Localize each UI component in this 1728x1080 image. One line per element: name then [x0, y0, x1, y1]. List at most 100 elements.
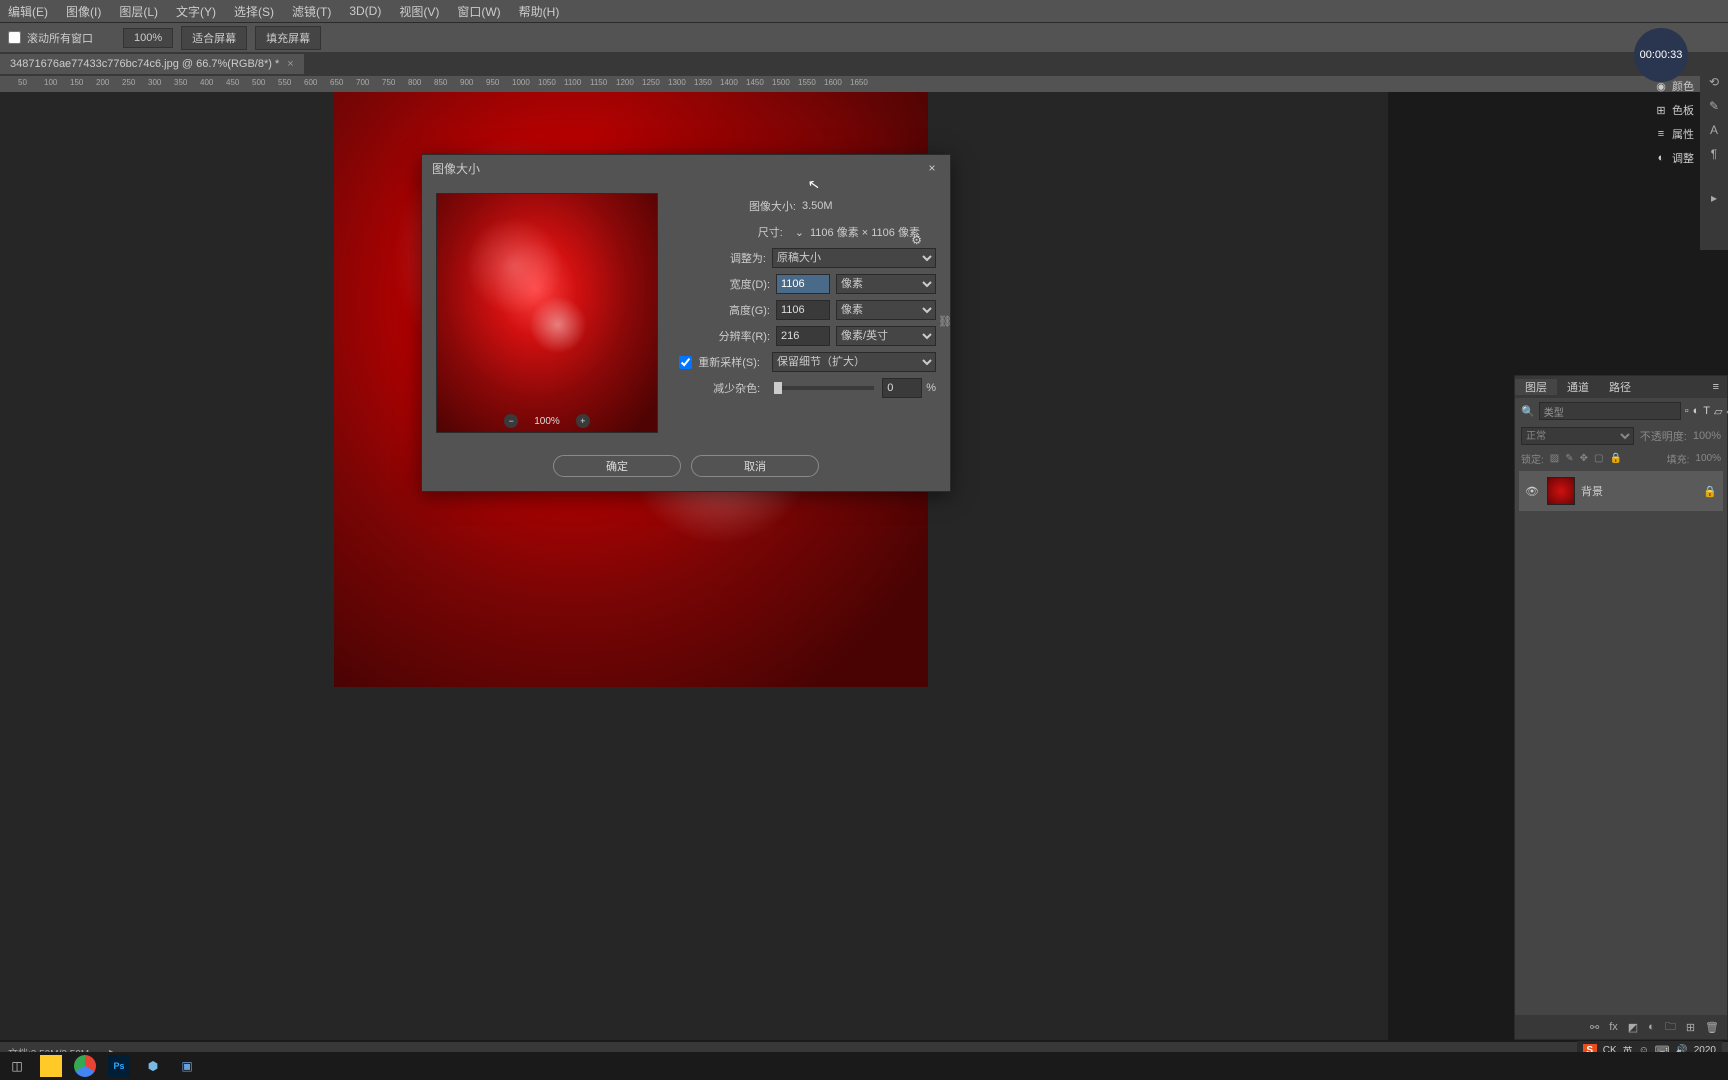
- layer-row[interactable]: 👁 背景 🔒: [1519, 471, 1723, 511]
- opacity-value[interactable]: 100%: [1693, 430, 1721, 442]
- task-view-icon[interactable]: ◫: [6, 1055, 28, 1077]
- fill-value[interactable]: 100%: [1695, 453, 1721, 464]
- properties-panel-tab[interactable]: ≡属性: [1654, 122, 1700, 146]
- noise-slider[interactable]: [774, 386, 874, 390]
- filter-adjust-icon[interactable]: ◐: [1693, 405, 1700, 417]
- resample-select[interactable]: 保留细节（扩大）: [772, 352, 936, 372]
- options-bar: 滚动所有窗口 100% 适合屏幕 填充屏幕: [0, 22, 1728, 52]
- menu-layer[interactable]: 图层(L): [119, 3, 158, 20]
- ruler-tick: 900: [460, 78, 473, 87]
- fit-to-select[interactable]: 原稿大小: [772, 248, 936, 268]
- delete-layer-icon[interactable]: 🗑: [1705, 1021, 1719, 1034]
- lock-move-icon[interactable]: ✥: [1580, 453, 1588, 464]
- tab-channels[interactable]: 通道: [1557, 379, 1599, 395]
- lock-transparent-icon[interactable]: ▨: [1550, 453, 1559, 464]
- menu-text[interactable]: 文字(Y): [176, 3, 216, 20]
- paragraph-icon[interactable]: ¶: [1700, 142, 1728, 166]
- tab-layers[interactable]: 图层: [1515, 379, 1557, 395]
- link-layers-icon[interactable]: ⚯: [1590, 1021, 1599, 1034]
- file-explorer-icon[interactable]: [40, 1055, 62, 1077]
- fx-icon[interactable]: fx: [1609, 1021, 1618, 1033]
- swatches-panel-tab[interactable]: ⊞色板: [1654, 98, 1700, 122]
- filter-text-icon[interactable]: T: [1703, 405, 1710, 417]
- panel-menu-icon[interactable]: ≡: [1705, 381, 1727, 393]
- width-unit-select[interactable]: 像素: [836, 274, 936, 294]
- zoom-100-button[interactable]: 100%: [123, 28, 173, 48]
- resolution-input[interactable]: [776, 326, 830, 346]
- layer-thumbnail[interactable]: [1547, 477, 1575, 505]
- search-icon[interactable]: 🔍: [1521, 405, 1535, 418]
- photoshop-icon[interactable]: Ps: [108, 1055, 130, 1077]
- menu-view[interactable]: 视图(V): [399, 3, 439, 20]
- resolution-unit-select[interactable]: 像素/英寸: [836, 326, 936, 346]
- color-panel-tab[interactable]: ◉颜色: [1654, 74, 1700, 98]
- opacity-label: 不透明度:: [1640, 428, 1687, 444]
- new-layer-icon[interactable]: ⊞: [1686, 1021, 1695, 1034]
- ruler-tick: 350: [174, 78, 187, 87]
- fill-label: 填充:: [1667, 451, 1690, 466]
- document-tab[interactable]: 34871676ae77433c776bc74c6.jpg @ 66.7%(RG…: [0, 54, 304, 74]
- layer-filter-input[interactable]: [1539, 402, 1681, 420]
- cancel-button[interactable]: 取消: [691, 455, 819, 477]
- layer-name[interactable]: 背景: [1581, 483, 1603, 499]
- chrome-icon[interactable]: [74, 1055, 96, 1077]
- group-icon[interactable]: 🗀: [1665, 1018, 1676, 1037]
- link-icon[interactable]: ⛓: [938, 315, 952, 328]
- tab-paths[interactable]: 路径: [1599, 379, 1641, 395]
- image-size-label: 图像大小:: [749, 198, 796, 214]
- menu-3d[interactable]: 3D(D): [349, 4, 381, 18]
- menu-bar: 编辑(E) 图像(I) 图层(L) 文字(Y) 选择(S) 滤镜(T) 3D(D…: [0, 0, 1728, 22]
- menu-edit[interactable]: 编辑(E): [8, 3, 48, 20]
- fill-screen-button[interactable]: 填充屏幕: [255, 26, 321, 50]
- close-tab-icon[interactable]: ×: [287, 58, 293, 70]
- taskbar: ◫ Ps ⬢ ▣: [0, 1052, 1728, 1080]
- menu-image[interactable]: 图像(I): [66, 3, 101, 20]
- resample-checkbox[interactable]: [679, 356, 692, 369]
- ruler-tick: 950: [486, 78, 499, 87]
- blend-mode-select[interactable]: 正常: [1521, 427, 1634, 445]
- ruler-tick: 250: [122, 78, 135, 87]
- lock-icon[interactable]: 🔒: [1703, 485, 1717, 498]
- dialog-titlebar[interactable]: 图像大小 ×: [422, 155, 950, 181]
- height-input[interactable]: [776, 300, 830, 320]
- zoom-in-icon[interactable]: +: [576, 414, 590, 428]
- mask-icon[interactable]: ◩: [1628, 1021, 1638, 1034]
- lock-all-icon[interactable]: 🔒: [1609, 453, 1621, 464]
- app-icon-2[interactable]: ▣: [176, 1055, 198, 1077]
- menu-window[interactable]: 窗口(W): [457, 3, 500, 20]
- adjustments-panel-tab[interactable]: ◐调整: [1654, 146, 1700, 170]
- document-tab-bar: 34871676ae77433c776bc74c6.jpg @ 66.7%(RG…: [0, 52, 1728, 76]
- zoom-out-icon[interactable]: −: [504, 414, 518, 428]
- ruler-tick: 1200: [616, 78, 634, 87]
- actions-icon[interactable]: ▸: [1700, 186, 1728, 210]
- chevron-down-icon[interactable]: ⌄: [795, 226, 804, 239]
- app-icon-1[interactable]: ⬢: [142, 1055, 164, 1077]
- lock-artboard-icon[interactable]: ▢: [1594, 453, 1603, 464]
- ruler-tick: 1550: [798, 78, 816, 87]
- menu-help[interactable]: 帮助(H): [519, 3, 560, 20]
- width-input[interactable]: [776, 274, 830, 294]
- height-unit-select[interactable]: 像素: [836, 300, 936, 320]
- ruler-tick: 500: [252, 78, 265, 87]
- character-icon[interactable]: A: [1700, 118, 1728, 142]
- visibility-icon[interactable]: 👁: [1525, 485, 1541, 498]
- noise-input[interactable]: [882, 378, 922, 398]
- ruler-tick: 750: [382, 78, 395, 87]
- dialog-title: 图像大小: [432, 160, 480, 177]
- brush-icon[interactable]: ✎: [1700, 94, 1728, 118]
- menu-filter[interactable]: 滤镜(T): [292, 3, 331, 20]
- dialog-close-icon[interactable]: ×: [924, 161, 940, 175]
- lock-brush-icon[interactable]: ✎: [1565, 453, 1573, 464]
- fit-screen-button[interactable]: 适合屏幕: [181, 26, 247, 50]
- filter-image-icon[interactable]: ▫: [1685, 405, 1689, 417]
- resample-label: 重新采样(S):: [698, 354, 760, 370]
- history-icon[interactable]: ⟲: [1700, 70, 1728, 94]
- menu-select[interactable]: 选择(S): [234, 3, 274, 20]
- adjustment-layer-icon[interactable]: ◐: [1648, 1021, 1655, 1033]
- ruler-horizontal: 5010015020025030035040045050055060065070…: [0, 76, 1728, 92]
- gear-icon[interactable]: ⚙: [911, 233, 922, 247]
- filter-shape-icon[interactable]: ▱: [1714, 405, 1722, 418]
- scroll-all-checkbox[interactable]: [8, 31, 21, 44]
- ruler-tick: 700: [356, 78, 369, 87]
- ok-button[interactable]: 确定: [553, 455, 681, 477]
